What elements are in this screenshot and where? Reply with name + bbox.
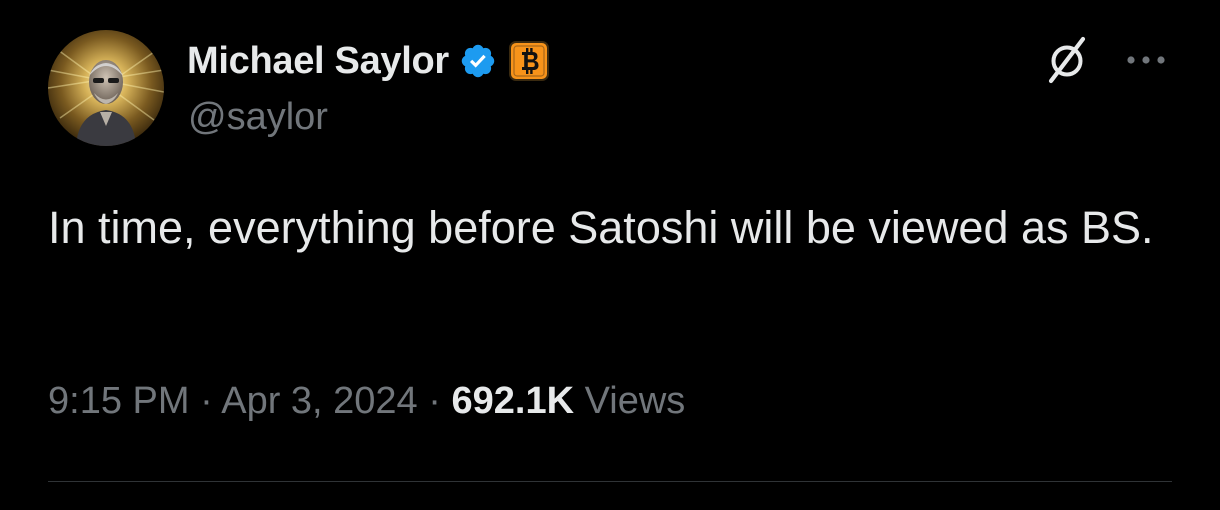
- divider: [48, 481, 1172, 482]
- author-handle[interactable]: @saylor: [188, 96, 328, 139]
- display-name[interactable]: Michael Saylor: [187, 40, 449, 83]
- tweet-time[interactable]: 9:15 PM: [48, 380, 190, 422]
- avatar[interactable]: [48, 30, 164, 146]
- meta-separator: ·: [428, 380, 441, 422]
- tweet-text: In time, everything before Satoshi will …: [48, 202, 1154, 253]
- views-count[interactable]: 692.1K: [451, 380, 574, 422]
- tweet-date[interactable]: Apr 3, 2024: [221, 380, 417, 422]
- more-icon[interactable]: [1122, 46, 1170, 74]
- tweet-detail: Michael Saylor @saylor In time, everythi…: [0, 0, 1220, 510]
- verified-badge-icon[interactable]: [459, 42, 497, 80]
- bitcoin-badge-icon[interactable]: [508, 41, 549, 81]
- author-name-row: Michael Saylor: [187, 38, 549, 84]
- avatar-image: [48, 30, 164, 146]
- tweet-meta: 9:15 PM · Apr 3, 2024 · 692.1K Views: [48, 380, 685, 423]
- views-label: Views: [584, 380, 686, 422]
- meta-separator: ·: [200, 380, 213, 422]
- grok-icon[interactable]: [1040, 32, 1096, 88]
